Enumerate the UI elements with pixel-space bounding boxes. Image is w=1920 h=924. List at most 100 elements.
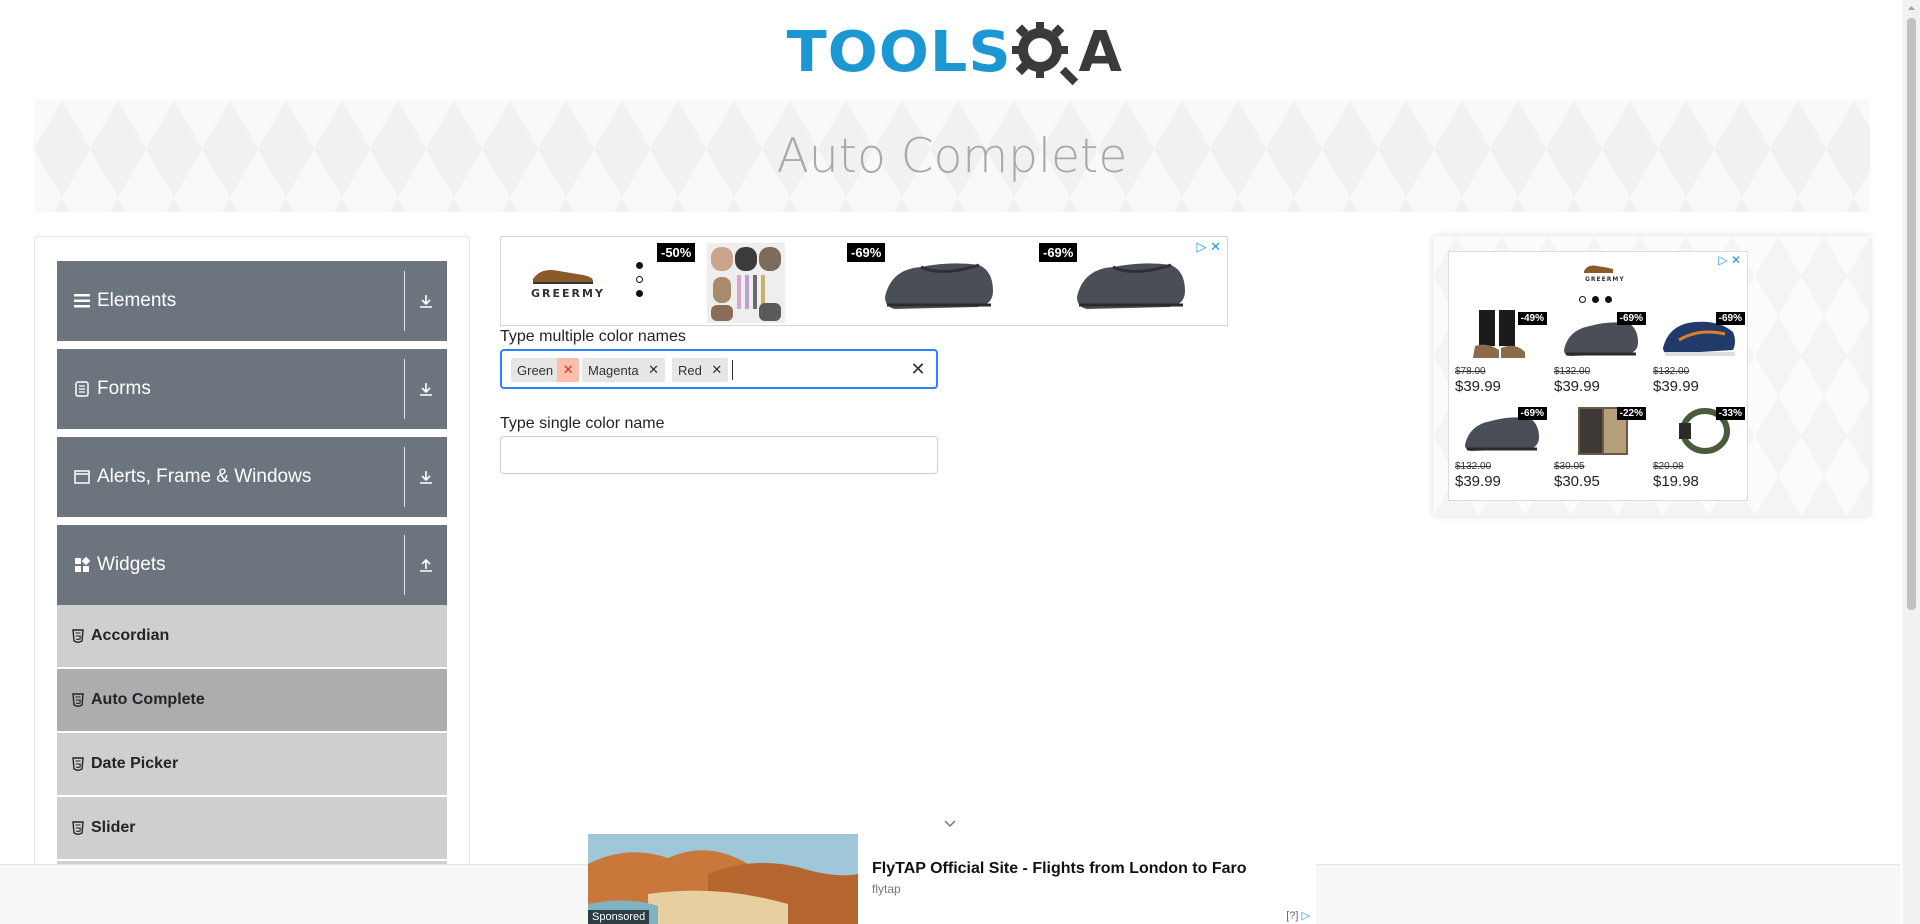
product-card[interactable]: -49% $78.00 $39.99 [1451, 310, 1547, 402]
product-card[interactable]: -22% $30.05 $30.95 [1550, 405, 1646, 497]
sidebar: Elements Forms Alerts, Frame & Windows W… [34, 236, 470, 924]
ad-info-text: [?] [1286, 910, 1299, 922]
clear-icon[interactable]: ✕ [908, 359, 928, 379]
chevron-down-icon[interactable] [942, 816, 958, 832]
color-chip: Red ✕ [672, 358, 728, 382]
list-icon [73, 292, 91, 310]
old-price: $132.00 [1455, 461, 1492, 472]
scroll-up-icon[interactable] [1907, 4, 1916, 13]
product-card[interactable]: -69% $132.00 $39.99 [1649, 310, 1745, 402]
multi-color-input[interactable]: Green ✕ Magenta ✕ Red ✕ ✕ [500, 349, 938, 389]
download-arrow-icon [405, 261, 447, 341]
color-chip: Green ✕ [511, 358, 580, 382]
scrollbar-thumb[interactable] [1907, 18, 1916, 610]
divider [404, 535, 405, 595]
sidebar-item-date-picker[interactable]: Date Picker [57, 733, 447, 796]
new-price: $39.99 [1455, 378, 1501, 395]
right-ad-panel[interactable]: GREERMY ▷ ✕ -49% $78.00 $39.99 -69% $132… [1433, 236, 1870, 516]
adchoices-icon[interactable]: ▷ ✕ [1718, 253, 1741, 267]
scrollbar[interactable] [1903, 0, 1920, 924]
ad-title[interactable]: FlyTAP Official Site - Flights from Lond… [872, 860, 1247, 878]
sidebar-group-label: Elements [97, 290, 177, 311]
ad-info-icon[interactable]: [?] ▷ [1286, 909, 1310, 922]
chip-label: Magenta [588, 362, 639, 378]
product-card[interactable]: -69% $132.00 $39.99 [1451, 405, 1547, 497]
sidebar-group-alerts-frame-windows[interactable]: Alerts, Frame & Windows [57, 437, 447, 517]
bottom-ad[interactable]: Sponsored FlyTAP Official Site - Flights… [588, 834, 1316, 924]
discount-badge: -69% [1517, 407, 1547, 420]
dot [636, 262, 643, 269]
download-arrow-icon [405, 349, 447, 429]
ad-source: flytap [872, 882, 901, 896]
chip-label: Green [517, 362, 554, 378]
single-color-label: Type single color name [500, 415, 665, 432]
color-chip: Magenta ✕ [582, 358, 665, 382]
chip-remove-icon[interactable]: ✕ [706, 358, 728, 382]
discount-badge: -69% [1616, 312, 1646, 325]
page-header-banner: Auto Complete [34, 100, 1870, 212]
carousel-dots [1579, 296, 1612, 303]
sponsored-label: Sponsored [588, 910, 650, 924]
new-price: $39.99 [1455, 473, 1501, 490]
gear-magnifier-icon [1012, 22, 1079, 86]
top-ad-banner[interactable]: GREERMY -50% -69% -69% ▷ ✕ [500, 236, 1228, 326]
discount-badge: -33% [1715, 407, 1745, 420]
divider [404, 359, 405, 419]
right-ad-content: GREERMY ▷ ✕ -49% $78.00 $39.99 -69% $132… [1448, 251, 1748, 501]
upload-arrow-icon [405, 525, 447, 605]
chip-remove-icon[interactable]: ✕ [557, 358, 580, 382]
sidebar-item-label: Accordian [91, 627, 170, 644]
barber-products-image [707, 243, 785, 323]
sidebar-item-label: Auto Complete [91, 691, 205, 708]
dot [1605, 296, 1612, 303]
ad-brand: GREERMY [1585, 276, 1625, 283]
old-price: $30.05 [1554, 461, 1585, 472]
sidebar-item-accordian[interactable]: Accordian [57, 605, 447, 668]
dot [1592, 296, 1599, 303]
discount-badge: -22% [1616, 407, 1646, 420]
new-price: $30.95 [1554, 473, 1600, 490]
form-icon [73, 380, 91, 398]
sidebar-item-label: Slider [91, 819, 136, 836]
dot [636, 276, 643, 283]
logo-text-a: A [1078, 20, 1122, 85]
chip-remove-icon[interactable]: ✕ [643, 358, 665, 382]
new-price: $39.99 [1554, 378, 1600, 395]
product-card[interactable]: -33% $20.08 $19.98 [1649, 405, 1745, 497]
new-price: $39.99 [1653, 378, 1699, 395]
sidebar-item-slider[interactable]: Slider [57, 797, 447, 860]
download-arrow-icon [405, 437, 447, 517]
old-price: $132.00 [1554, 366, 1591, 377]
old-price: $132.00 [1653, 366, 1690, 377]
page-title: Auto Complete [776, 128, 1128, 184]
sidebar-group-elements[interactable]: Elements [57, 261, 447, 341]
old-price: $78.00 [1455, 366, 1486, 377]
adchoices-icon[interactable]: ▷ ✕ [1196, 239, 1221, 255]
discount-badge: -69% [1715, 312, 1745, 325]
sidebar-group-label: Widgets [97, 554, 166, 575]
discount-badge: -69% [847, 243, 886, 262]
html5-icon [71, 628, 85, 644]
html5-icon [71, 692, 85, 708]
sidebar-group-forms[interactable]: Forms [57, 349, 447, 429]
sidebar-group-label: Alerts, Frame & Windows [97, 466, 312, 487]
shoe-image [885, 263, 993, 309]
text-caret [732, 360, 733, 380]
carousel-dots [636, 262, 643, 297]
widgets-icon [73, 556, 91, 574]
logo-text: TOOLS [786, 20, 1012, 85]
discount-badge: -50% [657, 243, 696, 262]
sidebar-item-auto-complete[interactable]: Auto Complete [57, 669, 447, 732]
chip-label: Red [678, 362, 702, 378]
dot [636, 290, 643, 297]
coast-image: Sponsored [588, 834, 858, 924]
ad-brand: GREERMY [531, 287, 605, 300]
sidebar-group-widgets[interactable]: Widgets [57, 525, 447, 605]
toolsqa-logo[interactable]: TOOLS A [787, 14, 1122, 92]
dot [1579, 296, 1586, 303]
shoe-logo-icon [1584, 265, 1613, 273]
shoe-image [1077, 263, 1185, 309]
single-color-input[interactable] [500, 436, 938, 474]
html5-icon [71, 756, 85, 772]
product-card[interactable]: -69% $132.00 $39.99 [1550, 310, 1646, 402]
